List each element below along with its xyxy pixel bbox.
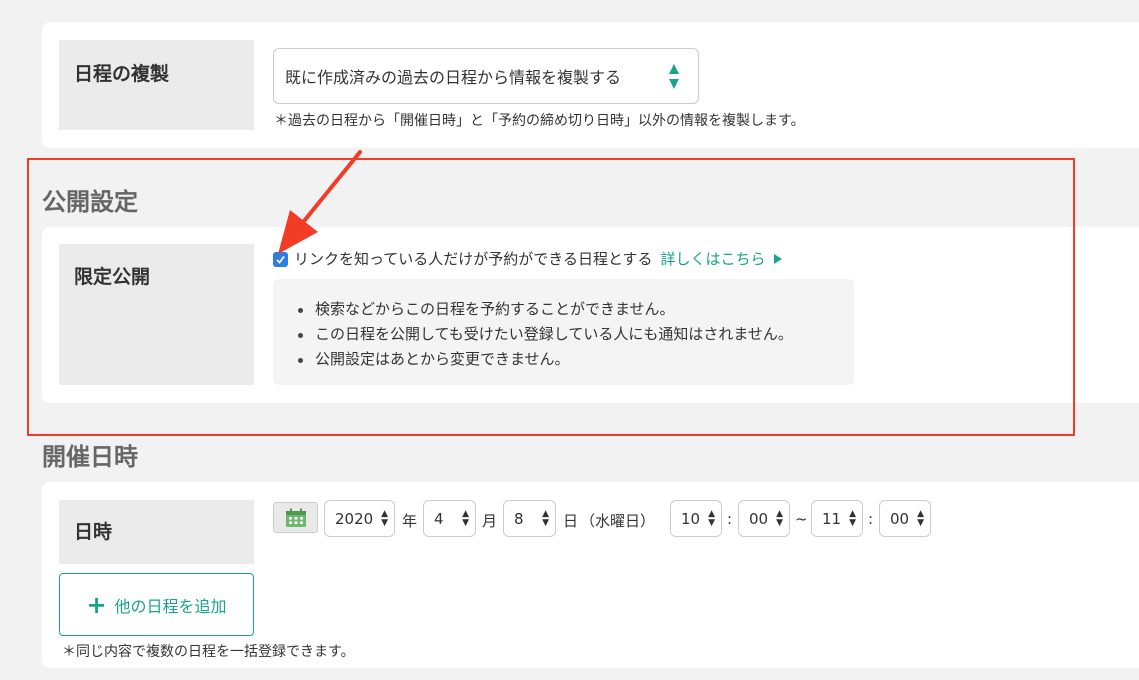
range-separator: ~ (795, 510, 808, 528)
time-colon: : (868, 510, 874, 528)
duplicate-select[interactable]: 既に作成済みの過去の日程から情報を複製する (273, 48, 699, 104)
day-unit: 日 (563, 512, 579, 530)
sort-arrows-icon (668, 63, 680, 91)
month-value: 4 (434, 509, 444, 528)
spinner-icon: ▲ ▼ (542, 508, 549, 528)
calendar-icon (285, 508, 306, 527)
datetime-label-text: 日時 (74, 521, 113, 543)
add-schedule-button[interactable]: + 他の日程を追加 (59, 573, 254, 636)
month-unit: 月 (482, 512, 498, 530)
red-arrow-icon (278, 150, 362, 254)
highlight-frame (27, 158, 1075, 436)
plus-icon: + (86, 590, 107, 619)
spinner-icon: ▲ ▼ (462, 508, 469, 528)
add-schedule-label: 他の日程を追加 (114, 596, 227, 616)
time-colon: : (727, 510, 733, 528)
spinner-icon: ▲ ▼ (708, 508, 715, 528)
end-minute-value: 00 (890, 509, 910, 528)
year-value: 2020 (335, 509, 374, 528)
start-minute-value: 00 (749, 509, 769, 528)
spinner-icon: ▲ ▼ (917, 508, 924, 528)
duplicate-note: ＊過去の日程から「開催日時」と「予約の締め切り日時」以外の情報を複製します。 (274, 113, 805, 129)
start-hour-select[interactable]: 10 ▲ ▼ (670, 500, 722, 537)
end-hour-select[interactable]: 11 ▲ ▼ (811, 500, 863, 537)
day-value: 8 (514, 509, 524, 528)
spinner-icon: ▲ ▼ (776, 508, 783, 528)
duplicate-select-value: 既に作成済みの過去の日程から情報を複製する (285, 68, 622, 87)
duplicate-label: 日程の複製 (59, 40, 254, 130)
start-minute-select[interactable]: 00 ▲ ▼ (738, 500, 790, 537)
year-unit: 年 (402, 512, 418, 530)
day-select[interactable]: 8 ▲ ▼ (503, 500, 556, 537)
end-hour-value: 11 (822, 509, 842, 528)
datetime-heading: 開催日時 (42, 443, 138, 471)
start-hour-value: 10 (681, 509, 701, 528)
spinner-icon: ▲ ▼ (849, 508, 856, 528)
datetime-note: ＊同じ内容で複数の日程を一括登録できます。 (62, 644, 355, 660)
datetime-label: 日時 (59, 500, 254, 564)
year-select[interactable]: 2020 ▲ ▼ (324, 500, 395, 537)
calendar-button[interactable] (273, 502, 318, 533)
weekday-text: （水曜日） (580, 512, 656, 530)
duplicate-label-text: 日程の複製 (74, 63, 170, 85)
end-minute-select[interactable]: 00 ▲ ▼ (879, 500, 931, 537)
month-select[interactable]: 4 ▲ ▼ (423, 500, 476, 537)
spinner-icon: ▲ ▼ (381, 508, 388, 528)
